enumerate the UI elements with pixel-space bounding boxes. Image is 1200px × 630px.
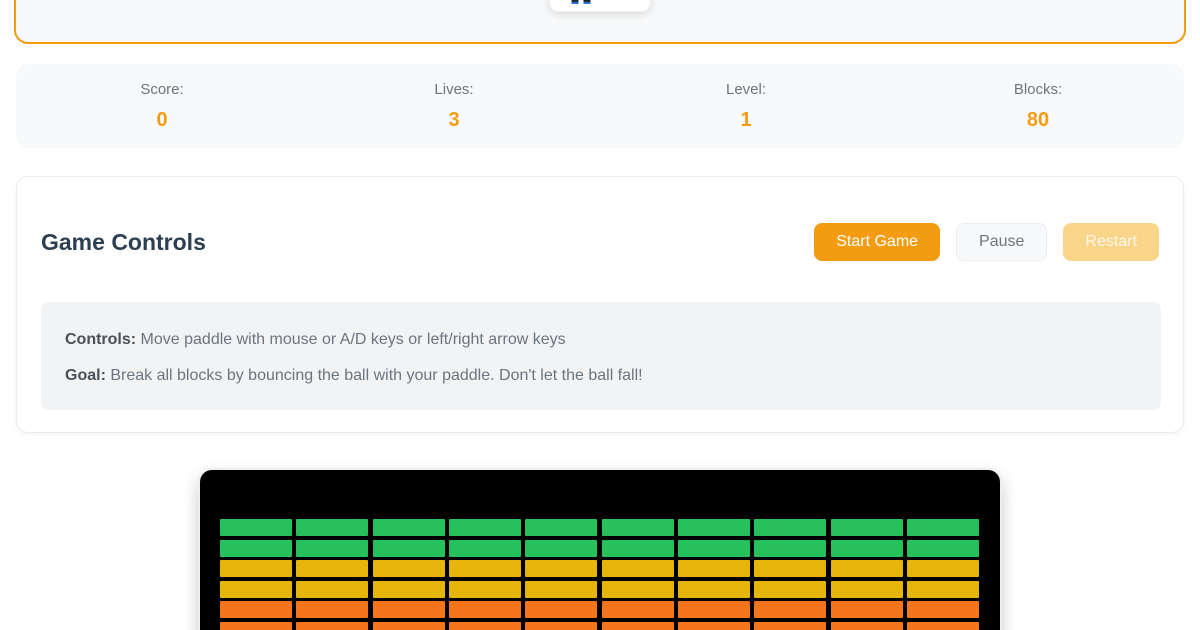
goal-instruction-label: Goal: xyxy=(65,367,106,384)
game-block xyxy=(678,560,750,577)
game-block xyxy=(678,519,750,536)
collapsed-header-pill[interactable] xyxy=(550,0,651,12)
game-block xyxy=(373,540,445,557)
game-block xyxy=(754,540,826,557)
game-block xyxy=(831,581,903,598)
stat-level: Level: 1 xyxy=(600,64,892,148)
game-block xyxy=(831,622,903,630)
game-block xyxy=(602,601,674,618)
game-block xyxy=(907,622,979,630)
glyph-mark-icon xyxy=(572,0,579,4)
game-block xyxy=(831,560,903,577)
game-controls-card: Game Controls Start Game Pause Restart C… xyxy=(16,176,1184,433)
game-block xyxy=(602,581,674,598)
game-block xyxy=(296,540,368,557)
game-block xyxy=(754,581,826,598)
game-block xyxy=(678,540,750,557)
game-block xyxy=(907,540,979,557)
game-block xyxy=(525,622,597,630)
game-block xyxy=(449,540,521,557)
game-block xyxy=(754,560,826,577)
game-block xyxy=(296,519,368,536)
button-row: Start Game Pause Restart xyxy=(814,223,1159,261)
instructions-box: Controls: Move paddle with mouse or A/D … xyxy=(41,302,1161,410)
game-block xyxy=(754,622,826,630)
page: Score: 0 Lives: 3 Level: 1 Blocks: 80 Ga… xyxy=(0,0,1200,630)
game-block xyxy=(602,540,674,557)
card-header: Game Controls Start Game Pause Restart xyxy=(17,177,1183,261)
game-block xyxy=(831,540,903,557)
stat-level-value: 1 xyxy=(740,109,751,132)
game-block xyxy=(602,622,674,630)
start-game-button[interactable]: Start Game xyxy=(814,223,940,261)
game-block xyxy=(525,519,597,536)
restart-button[interactable]: Restart xyxy=(1063,223,1159,261)
game-block xyxy=(449,601,521,618)
stats-bar: Score: 0 Lives: 3 Level: 1 Blocks: 80 xyxy=(16,64,1184,148)
stat-level-label: Level: xyxy=(726,81,766,98)
stat-blocks-value: 80 xyxy=(1027,109,1049,132)
game-block xyxy=(449,622,521,630)
game-block xyxy=(373,560,445,577)
game-block xyxy=(907,560,979,577)
game-block xyxy=(754,601,826,618)
game-block xyxy=(678,581,750,598)
game-block xyxy=(831,601,903,618)
game-block xyxy=(296,622,368,630)
game-block xyxy=(373,581,445,598)
game-block xyxy=(296,601,368,618)
game-block xyxy=(220,540,292,557)
game-block xyxy=(220,581,292,598)
game-block xyxy=(373,519,445,536)
stat-blocks: Blocks: 80 xyxy=(892,64,1184,148)
stat-lives-value: 3 xyxy=(448,109,459,132)
stat-lives: Lives: 3 xyxy=(308,64,600,148)
game-block xyxy=(754,519,826,536)
game-block xyxy=(678,601,750,618)
stat-score-value: 0 xyxy=(156,109,167,132)
pause-button[interactable]: Pause xyxy=(956,223,1047,261)
game-block xyxy=(907,581,979,598)
game-block xyxy=(907,601,979,618)
game-block xyxy=(449,560,521,577)
game-canvas[interactable] xyxy=(200,470,1000,630)
game-block xyxy=(220,622,292,630)
game-block xyxy=(449,519,521,536)
stat-score-label: Score: xyxy=(140,81,183,98)
game-block xyxy=(373,601,445,618)
game-block xyxy=(296,560,368,577)
game-block xyxy=(525,601,597,618)
game-block xyxy=(220,601,292,618)
game-block xyxy=(220,519,292,536)
stat-score: Score: 0 xyxy=(16,64,308,148)
page-title: Game Controls xyxy=(41,229,206,256)
game-block xyxy=(831,519,903,536)
goal-instruction-text: Break all blocks by bouncing the ball wi… xyxy=(106,367,643,384)
game-block xyxy=(678,622,750,630)
game-block xyxy=(373,622,445,630)
game-block xyxy=(525,540,597,557)
controls-instruction-text: Move paddle with mouse or A/D keys or le… xyxy=(136,331,566,348)
game-block xyxy=(525,560,597,577)
top-banner-panel xyxy=(14,0,1186,44)
controls-instruction-label: Controls: xyxy=(65,331,136,348)
stat-blocks-label: Blocks: xyxy=(1014,81,1062,98)
game-block xyxy=(220,560,292,577)
stat-lives-label: Lives: xyxy=(434,81,473,98)
game-block xyxy=(907,519,979,536)
game-block xyxy=(602,519,674,536)
goal-instruction: Goal: Break all blocks by bouncing the b… xyxy=(65,366,1137,386)
controls-instruction: Controls: Move paddle with mouse or A/D … xyxy=(65,330,1137,350)
glyph-mark-icon xyxy=(584,0,591,4)
game-block xyxy=(449,581,521,598)
game-block xyxy=(525,581,597,598)
game-block xyxy=(602,560,674,577)
game-block xyxy=(296,581,368,598)
